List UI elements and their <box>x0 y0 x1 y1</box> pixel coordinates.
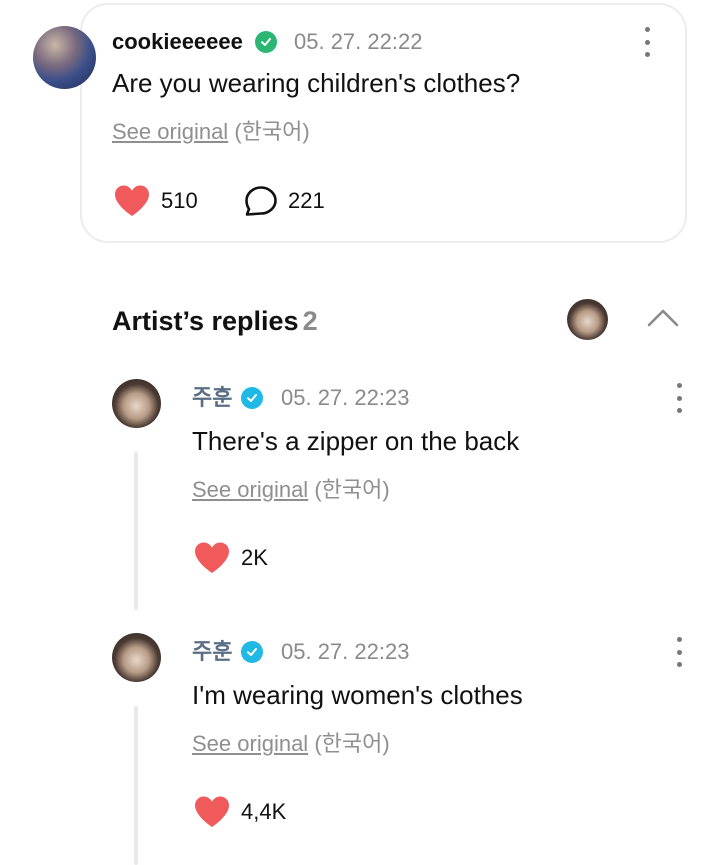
like-count: 510 <box>161 188 198 213</box>
post-username[interactable]: cookieeeeee <box>112 28 243 56</box>
reply-timestamp: 05. 27. 22:23 <box>281 385 410 410</box>
user-avatar[interactable] <box>33 26 96 89</box>
like-count: 4,4K <box>241 799 287 824</box>
reply-text: I'm wearing women's clothes <box>192 680 523 710</box>
comment-bubble-icon <box>245 186 277 216</box>
reply-author-name[interactable]: 주훈 <box>192 638 232 666</box>
verified-check-icon <box>241 641 263 663</box>
verified-check-icon <box>255 31 277 53</box>
see-original-link[interactable]: See original <box>112 119 228 144</box>
heart-icon <box>195 796 229 827</box>
replies-title-text: Artist’s replies <box>112 306 299 336</box>
post-text: Are you wearing children's clothes? <box>112 68 521 98</box>
replies-section-title: Artist’s replies 2 <box>112 304 318 338</box>
see-original-row: See original (한국어) <box>112 118 310 146</box>
reply-text: There's a zipper on the back <box>192 426 520 456</box>
verified-check-icon <box>241 387 263 409</box>
like-button[interactable]: 510 <box>113 184 198 218</box>
original-language: (한국어) <box>314 477 390 502</box>
chevron-up-icon[interactable] <box>646 305 680 331</box>
like-button[interactable]: 2K <box>193 541 268 575</box>
comment-button[interactable]: 221 <box>244 185 325 217</box>
replies-count: 2 <box>302 306 318 336</box>
see-original-link[interactable]: See original <box>192 731 308 756</box>
see-original-row: See original (한국어) <box>192 476 390 504</box>
original-language: (한국어) <box>314 731 390 756</box>
more-vertical-icon[interactable] <box>674 637 684 667</box>
reply-avatar[interactable] <box>112 633 161 682</box>
heart-icon <box>195 542 229 573</box>
more-vertical-icon[interactable] <box>642 27 652 57</box>
comment-count: 221 <box>288 188 325 213</box>
thread-line <box>134 706 138 865</box>
like-button[interactable]: 4,4K <box>193 795 286 829</box>
reply-avatar[interactable] <box>112 379 161 428</box>
see-original-row: See original (한국어) <box>192 730 390 758</box>
post-timestamp: 05. 27. 22:22 <box>294 29 423 54</box>
reply-author-name[interactable]: 주훈 <box>192 384 232 412</box>
reply-timestamp: 05. 27. 22:23 <box>281 639 410 664</box>
heart-icon <box>115 185 149 216</box>
thread-line <box>134 452 138 610</box>
artist-avatar[interactable] <box>567 299 608 340</box>
original-language: (한국어) <box>234 119 310 144</box>
more-vertical-icon[interactable] <box>674 383 684 413</box>
see-original-link[interactable]: See original <box>192 477 308 502</box>
like-count: 2K <box>241 545 268 570</box>
